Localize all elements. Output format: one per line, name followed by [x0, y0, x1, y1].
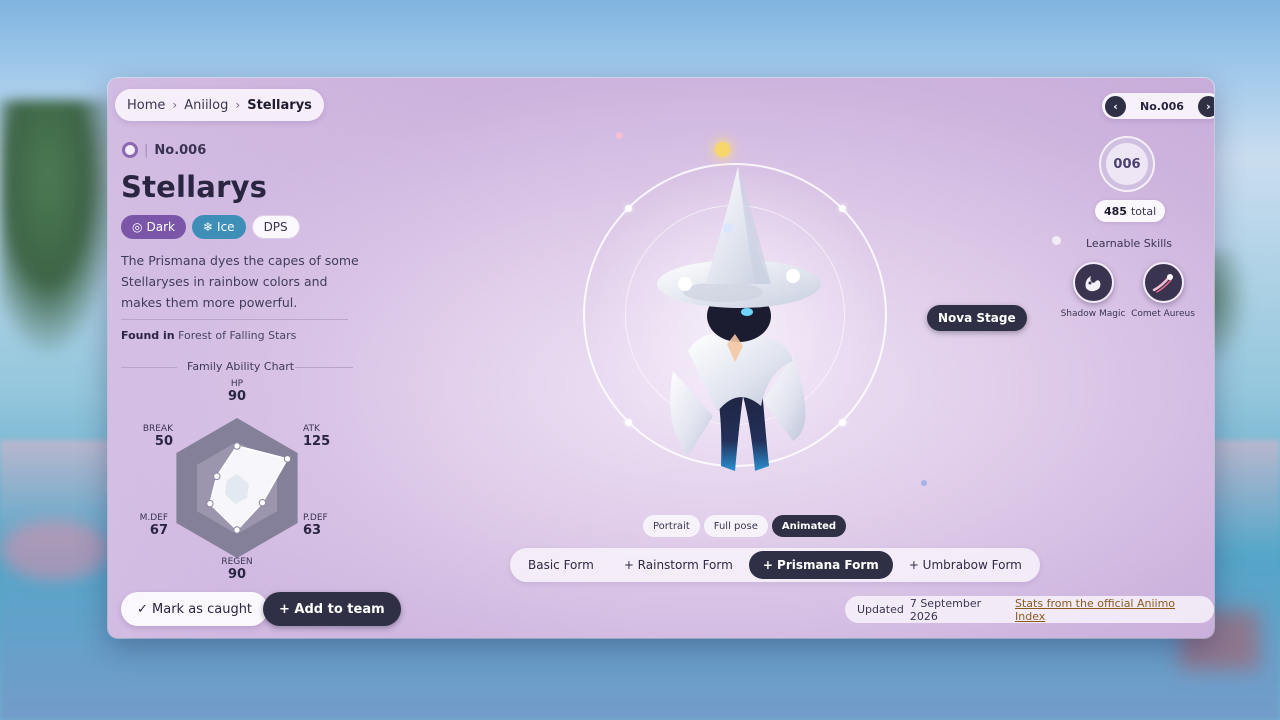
tag-ice[interactable]: ❄ Ice — [191, 215, 246, 239]
snowflake-icon: ❄ — [202, 220, 214, 234]
background-float — [0, 520, 110, 580]
form-tabs: Basic Form + Rainstorm Form + Prismana F… — [510, 548, 1040, 582]
type-tags: ◎ Dark ❄ Ice DPS — [121, 215, 300, 239]
update-footer: Updated 7 September 2026 Stats from the … — [845, 596, 1214, 623]
radar-axis-label: HP — [231, 379, 244, 389]
tag-label: Dark — [146, 220, 175, 234]
chevron-right-icon[interactable]: › — [1197, 95, 1214, 117]
tab-basic-form[interactable]: Basic Form — [514, 551, 608, 579]
breadcrumb-home[interactable]: Home — [127, 98, 165, 113]
tab-rainstorm-form[interactable]: + Rainstorm Form — [610, 551, 747, 579]
tab-prismana-form[interactable]: + Prismana Form — [748, 551, 893, 579]
ability-chart-title: Family Ability Chart — [187, 360, 295, 373]
tag-dps[interactable]: DPS — [251, 215, 300, 239]
stat-total-value: 485 — [1104, 204, 1127, 218]
found-location: Forest of Falling Stars — [178, 329, 297, 342]
radar-axis-label: M.DEF — [140, 513, 168, 523]
skill-label: Shadow Magic — [1060, 309, 1126, 319]
radar-point — [283, 455, 292, 463]
radar-point — [258, 499, 267, 507]
updated-date: 7 September 2026 — [909, 596, 982, 623]
divider — [295, 367, 353, 368]
breadcrumb-aniilog[interactable]: Aniilog — [184, 98, 228, 113]
stage-badge[interactable]: Nova Stage — [927, 305, 1027, 331]
sparkle — [1052, 236, 1061, 245]
chevron-left-icon[interactable]: ‹ — [1105, 95, 1126, 117]
radar-axis-label: ATK — [303, 424, 321, 434]
orb-node — [839, 205, 846, 212]
chevron-right-icon: › — [235, 98, 241, 112]
radar-axis-value: 90 — [228, 567, 246, 578]
sparkle — [921, 480, 927, 486]
entry-number-badge: 006 — [1101, 138, 1153, 190]
view-full-pose[interactable]: Full pose — [703, 515, 768, 537]
view-portrait[interactable]: Portrait — [643, 515, 700, 537]
source-link[interactable]: Stats from the official Aniimo Index — [1015, 597, 1202, 623]
chevron-right-icon: › — [172, 98, 178, 112]
radar-point — [206, 499, 214, 508]
aniilog-entry-card: Home › Aniilog › Stellarys | No.006 Stel… — [108, 78, 1214, 638]
breadcrumb: Home › Aniilog › Stellarys — [115, 89, 324, 121]
orb-node — [839, 419, 846, 426]
found-label: Found in — [121, 329, 175, 342]
entry-number-row: | No.006 — [122, 142, 206, 158]
tag-label: DPS — [263, 220, 288, 234]
radar-point — [213, 472, 221, 481]
breadcrumb-current: Stellarys — [247, 97, 312, 113]
radar-axis-value: 90 — [228, 389, 246, 404]
nav-entry-number: No.006 — [1140, 99, 1184, 113]
skill-shadow-magic[interactable]: Shadow Magic — [1059, 262, 1127, 319]
tab-umbrabow-form[interactable]: + Umbrabow Form — [895, 551, 1036, 579]
entry-navigator: ‹ No.006 › — [1102, 93, 1214, 119]
entry-ring-icon — [122, 142, 138, 158]
view-mode-toggle: Portrait Full pose Animated — [643, 515, 847, 537]
divider — [121, 319, 348, 320]
tag-label: Ice — [217, 220, 235, 234]
separator: | — [144, 142, 149, 158]
radar-axis-label: P.DEF — [303, 513, 328, 523]
radar-axis-value: 125 — [303, 434, 330, 449]
radar-axis-value: 50 — [155, 434, 173, 449]
found-in: Found in Forest of Falling Stars — [121, 329, 296, 342]
creature-artwork — [657, 166, 821, 471]
dark-type-icon: ◎ — [132, 220, 143, 234]
stat-total: 485 total — [1095, 200, 1166, 222]
ability-radar-chart: HP90ATK125P.DEF63REGEN90M.DEF67BREAK50 — [140, 379, 331, 578]
star-orb — [715, 142, 730, 157]
sparkle — [616, 132, 623, 139]
radar-axis-label: BREAK — [143, 424, 174, 434]
orb-node — [625, 419, 632, 426]
radar-axis-value: 63 — [303, 523, 321, 538]
learnable-skills-title: Learnable Skills — [1086, 237, 1173, 250]
shadow-magic-icon[interactable] — [1072, 262, 1114, 303]
divider — [121, 367, 177, 368]
updated-label: Updated — [857, 603, 904, 616]
entry-description: The Prismana dyes the capes of some Stel… — [121, 253, 359, 310]
radar-axis-value: 67 — [150, 523, 168, 538]
background-palm — [0, 100, 120, 360]
stat-total-label: total — [1130, 204, 1157, 218]
orb-node — [625, 205, 632, 212]
page-title: Stellarys — [121, 170, 268, 204]
tag-dark[interactable]: ◎ Dark — [121, 215, 186, 239]
radar-point — [233, 442, 241, 450]
view-animated[interactable]: Animated — [771, 515, 847, 537]
radar-point — [233, 526, 241, 534]
radar-axis-label: REGEN — [221, 557, 252, 567]
add-to-team-button[interactable]: + Add to team — [263, 592, 401, 626]
comet-aureus-icon[interactable] — [1142, 262, 1184, 303]
mark-caught-button[interactable]: ✓ Mark as caught — [121, 592, 269, 626]
skill-comet-aureus[interactable]: Comet Aureus — [1129, 262, 1197, 319]
skill-label: Comet Aureus — [1131, 309, 1195, 319]
entry-number: No.006 — [154, 142, 207, 158]
